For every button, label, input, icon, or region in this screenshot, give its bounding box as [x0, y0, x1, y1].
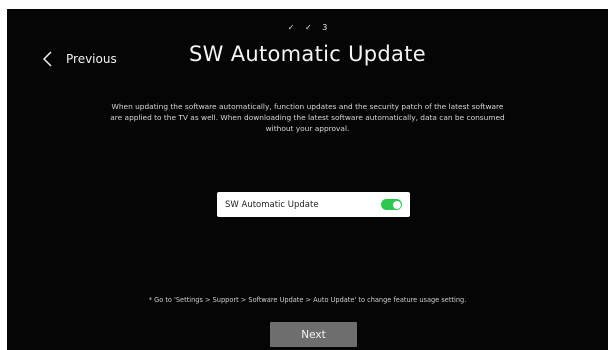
step-3-number: 3	[322, 23, 328, 32]
setting-label: SW Automatic Update	[225, 199, 319, 210]
step-1-check-icon: ✓	[287, 23, 295, 32]
next-button[interactable]: Next	[270, 322, 357, 347]
description-text: When updating the software automatically…	[67, 101, 548, 134]
footnote-text: * Go to 'Settings > Support > Software U…	[148, 296, 467, 304]
page-title: SW Automatic Update	[189, 42, 426, 66]
step-indicator: ✓ ✓ 3	[7, 23, 608, 32]
toggle-knob	[392, 200, 401, 209]
tv-setup-screen: ✓ ✓ 3 Previous SW Automatic Update When …	[7, 9, 608, 350]
auto-update-toggle[interactable]	[381, 199, 402, 210]
description-line: When updating the software automatically…	[111, 102, 504, 111]
description-line: without your approval.	[265, 124, 350, 133]
step-2-check-icon: ✓	[304, 23, 312, 32]
description-line: are applied to the TV as well. When down…	[110, 113, 505, 122]
sw-automatic-update-setting[interactable]: SW Automatic Update	[217, 192, 410, 217]
